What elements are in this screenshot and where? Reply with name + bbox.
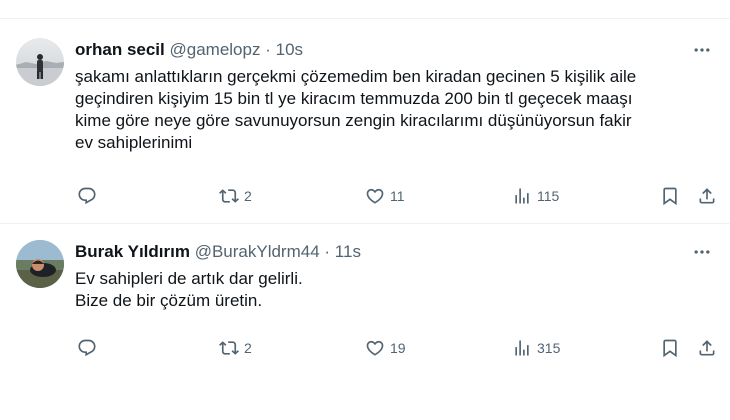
heart-icon (366, 340, 384, 356)
user-handle[interactable]: @gamelopz (170, 40, 261, 59)
tweet-header: orhan secil @gamelopz · 10s (75, 40, 714, 60)
share-button[interactable] (697, 337, 717, 359)
tweet-text-line: şakamı anlattıkların gerçekmi çözemedim … (75, 67, 637, 86)
retweet-count: 2 (244, 188, 252, 204)
more-horizontal-icon (694, 48, 710, 52)
separator-dot: · (265, 40, 271, 59)
like-button[interactable]: 11 (365, 185, 405, 207)
tweet-actions: 2 19 315 (75, 337, 717, 359)
separator-dot: · (324, 242, 331, 261)
retweet-icon (219, 341, 239, 355)
tweet-text: şakamı anlattıkların gerçekmi çözemedim … (75, 66, 715, 154)
timestamp[interactable]: 10s (276, 40, 303, 59)
like-count: 11 (390, 188, 405, 204)
user-handle[interactable]: @BurakYldrm44 (195, 242, 320, 261)
reply-button[interactable] (77, 337, 97, 359)
avatar-image (16, 240, 64, 288)
reply-icon (78, 187, 96, 205)
bookmark-icon (663, 187, 677, 206)
tweet-text-line: Bize de bir çözüm üretin. (75, 291, 263, 310)
tweet[interactable]: Burak Yıldırım @BurakYldrm44 · 11s Ev sa… (0, 224, 730, 420)
tweet-actions: 2 11 115 (75, 185, 717, 207)
bookmark-button[interactable] (660, 337, 680, 359)
tweet-text: Ev sahipleri de artık dar gelirli. Bize … (75, 268, 714, 312)
more-options-button[interactable] (690, 40, 714, 60)
tweet[interactable]: orhan secil @gamelopz · 10s şakamı anlat… (0, 19, 730, 224)
share-icon (699, 188, 715, 204)
tweet-text-line: Ev sahipleri de artık dar gelirli. (75, 269, 303, 288)
reply-icon (78, 339, 96, 357)
like-count: 19 (390, 340, 406, 356)
avatar-image (16, 54, 64, 86)
retweet-button[interactable]: 2 (219, 185, 252, 207)
reply-button[interactable] (77, 185, 97, 207)
retweet-button[interactable]: 2 (219, 337, 252, 359)
more-horizontal-icon (694, 250, 710, 254)
views-button[interactable]: 115 (512, 185, 559, 207)
display-name[interactable]: orhan secil (75, 40, 165, 59)
bookmark-button[interactable] (660, 185, 680, 207)
bookmark-icon (663, 339, 677, 358)
avatar[interactable] (16, 38, 64, 86)
retweet-icon (219, 189, 239, 203)
like-button[interactable]: 19 (365, 337, 406, 359)
views-icon (515, 188, 529, 204)
tweet-text-line: kime göre neye göre savunuyorsun zengin … (75, 111, 632, 130)
share-button[interactable] (697, 185, 717, 207)
display-name[interactable]: Burak Yıldırım (75, 242, 190, 261)
timestamp[interactable]: 11s (335, 242, 361, 261)
tweet-text-line: geçindiren kişiyim 15 bin tl ye kiracım … (75, 89, 633, 108)
views-icon (515, 340, 529, 356)
share-icon (699, 340, 715, 356)
views-count: 315 (537, 340, 561, 356)
tweet-header: Burak Yıldırım @BurakYldrm44 · 11s (75, 242, 714, 262)
tweet-text-line: ev sahiplerinimi (75, 133, 193, 152)
views-button[interactable]: 315 (512, 337, 560, 359)
retweet-count: 2 (244, 340, 252, 356)
more-options-button[interactable] (690, 242, 714, 262)
avatar[interactable] (16, 240, 64, 288)
views-count: 115 (537, 188, 560, 204)
heart-icon (366, 188, 384, 204)
